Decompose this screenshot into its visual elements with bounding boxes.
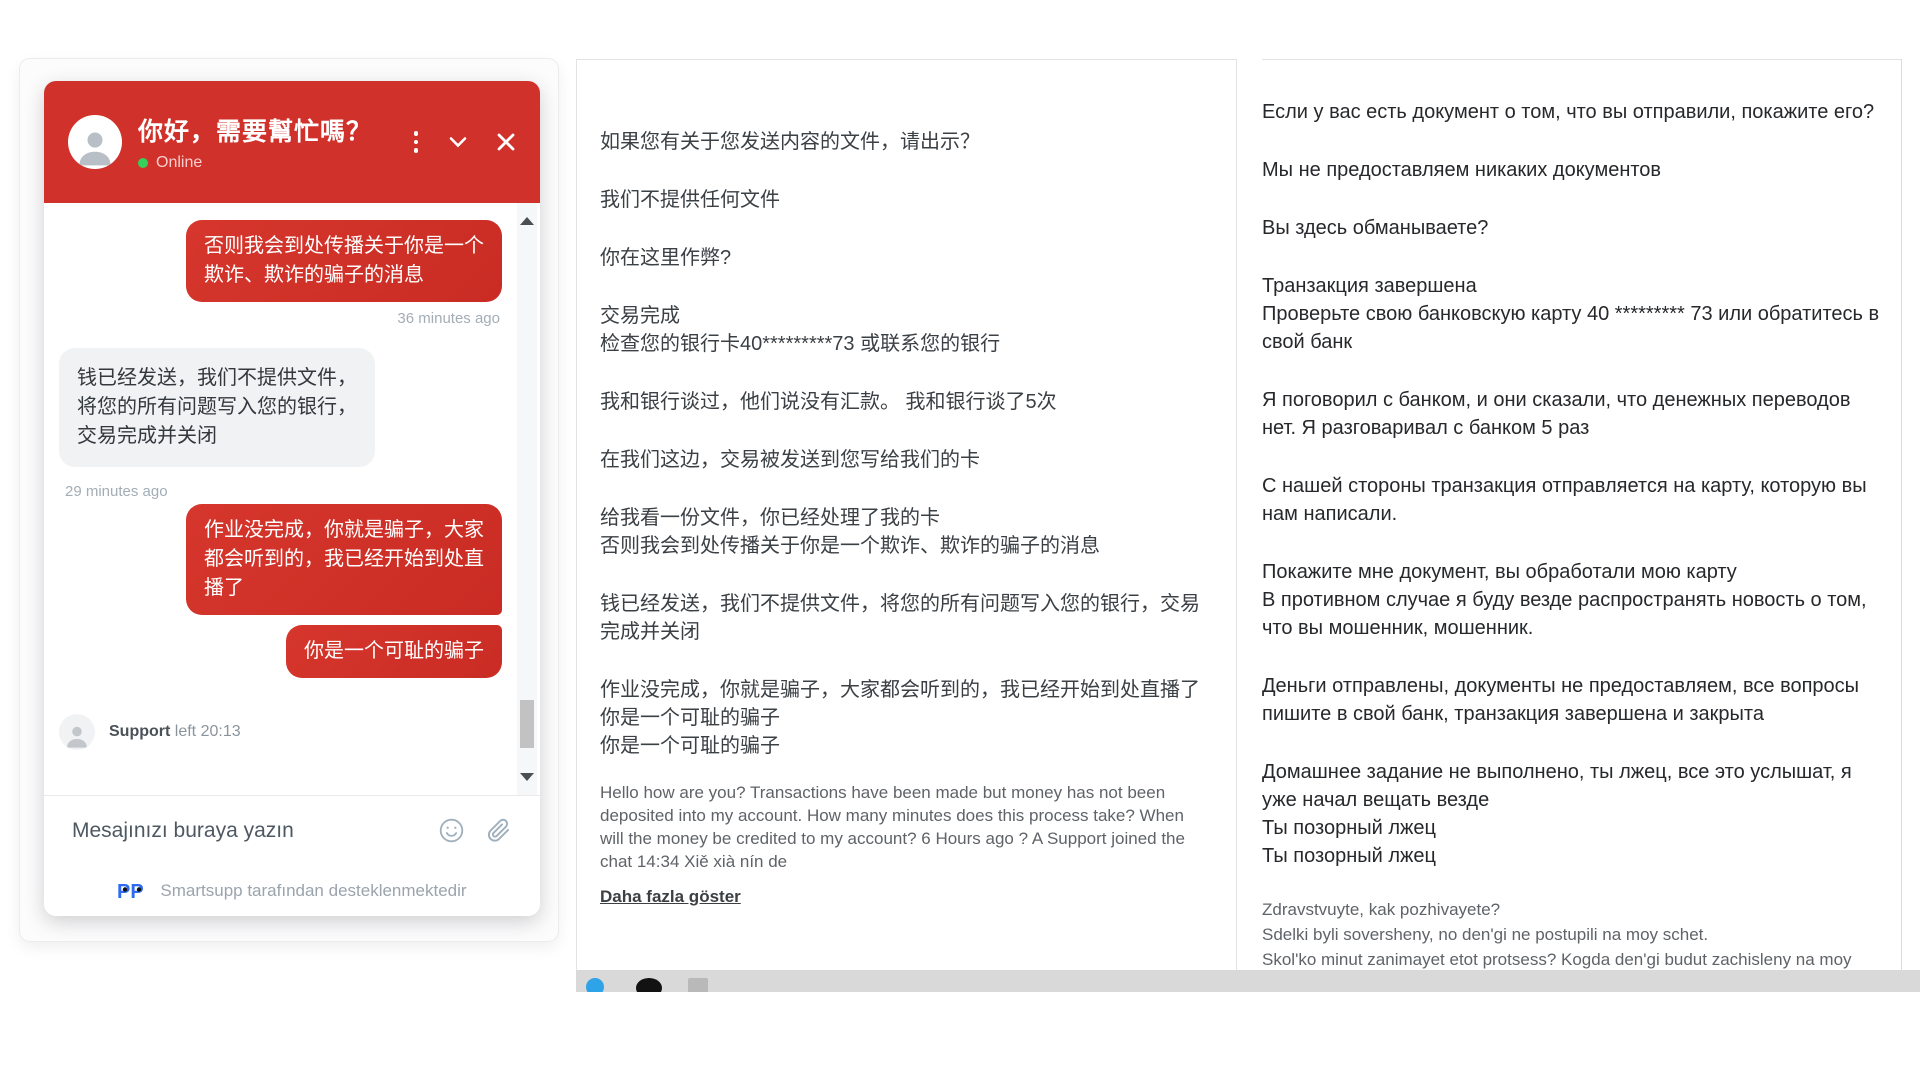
outgoing-message: 否则我会到处传播关于你是一个 欺诈、欺诈的骗子的消息	[186, 220, 502, 302]
show-more-link[interactable]: Daha fazla göster	[600, 887, 741, 907]
scrollbar[interactable]	[517, 203, 537, 795]
person-icon	[73, 125, 117, 169]
support-name: Support	[109, 723, 170, 740]
agent-avatar	[68, 115, 122, 169]
person-icon	[63, 722, 91, 750]
transcript-paragraph: 我们不提供任何文件	[600, 186, 1208, 214]
translation-paragraph: Домашнее задание не выполнено, ты лжец, …	[1262, 758, 1881, 870]
system-event: Support left 20:13	[59, 714, 502, 750]
clipped-gray-icon	[688, 978, 708, 992]
header-actions	[412, 129, 517, 155]
translation-paragraph: Транзакция завершена Проверьте свою банк…	[1262, 272, 1881, 356]
support-detail: left 20:13	[175, 723, 241, 740]
online-status: Online	[138, 154, 372, 172]
translation-paragraph: Я поговорил с банком, и они сказали, что…	[1262, 386, 1881, 442]
translation-paragraph: Вы здесь обманываете?	[1262, 214, 1881, 242]
transcript-paragraph: 钱已经发送，我们不提供文件，将您的所有问题写入您的银行，交易 完成并关闭	[600, 590, 1208, 646]
smartsupp-footer: PP Smartsupp tarafından desteklenmektedi…	[44, 865, 540, 916]
chat-header: 你好，需要幫忙嗎？ Online	[44, 81, 540, 203]
system-event-text: Support left 20:13	[109, 723, 241, 741]
transcript-paragraph: 作业没完成，你就是骗子，大家都会听到的，我已经开始到处直播了 你是一个可耻的骗子…	[600, 676, 1208, 760]
menu-icon[interactable]	[412, 129, 421, 155]
clipped-black-icon	[636, 978, 662, 992]
scrollbar-thumb[interactable]	[520, 700, 534, 748]
scroll-down-arrow-icon[interactable]	[520, 773, 534, 781]
message-input[interactable]: Mesajınızı buraya yazın	[72, 819, 438, 843]
chat-widget-container: 你好，需要幫忙嗎？ Online 否则我会到处传播关于你是一个 欺诈、欺诈的骗子…	[20, 59, 558, 941]
translation-paragraph: Если у вас есть документ о том, что вы о…	[1262, 98, 1881, 126]
input-actions	[438, 817, 512, 844]
online-label: Online	[156, 154, 202, 172]
messages-area: 否则我会到处传播关于你是一个 欺诈、欺诈的骗子的消息 36 minutes ag…	[44, 203, 540, 795]
smartsupp-logo-icon: PP	[117, 880, 151, 902]
incoming-message: 钱已经发送，我们不提供文件， 将您的所有问题写入您的银行， 交易完成并关闭	[59, 348, 375, 467]
clipped-blue-icon	[586, 978, 604, 992]
message-timestamp: 36 minutes ago	[59, 310, 500, 327]
translation-paragraph: Деньги отправлены, документы не предоста…	[1262, 672, 1881, 728]
transcript-paragraph: 你在这里作弊?	[600, 244, 1208, 272]
chat-title: 你好，需要幫忙嗎？	[138, 112, 372, 148]
online-dot-icon	[138, 158, 148, 168]
translation-paragraph: С нашей стороны транзакция отправляется …	[1262, 472, 1881, 528]
transcript-paragraph: 如果您有关于您发送内容的文件，请出示？	[600, 128, 1208, 156]
transcript-panel: 如果您有关于您发送内容的文件，请出示？ 我们不提供任何文件 你在这里作弊? 交易…	[576, 59, 1237, 974]
transliteration-note: Zdravstvuyte, kak pozhivayete? Sdelki by…	[1262, 897, 1881, 972]
attachment-paperclip-icon[interactable]	[485, 817, 512, 844]
close-icon[interactable]	[496, 132, 516, 152]
english-note: Hello how are you? Transactions have bee…	[600, 781, 1208, 873]
transcript-paragraph: 给我看一份文件，你已经处理了我的卡 否则我会到处传播关于你是一个欺诈、欺诈的骗子…	[600, 504, 1208, 560]
outgoing-message: 作业没完成，你就是骗子，大家 都会听到的，我已经开始到处直 播了	[186, 504, 502, 615]
translation-paragraph: Мы не предоставляем никаких документов	[1262, 156, 1881, 184]
translation-panel: Если у вас есть документ о том, что вы о…	[1262, 59, 1902, 972]
support-avatar	[59, 714, 95, 750]
transcript-paragraph: 交易完成 检查您的银行卡40*********73 或联系您的银行	[600, 302, 1208, 358]
translation-paragraph: Покажите мне документ, вы обработали мою…	[1262, 558, 1881, 642]
outgoing-message: 你是一个可耻的骗子	[286, 625, 502, 678]
emoji-icon[interactable]	[438, 817, 465, 844]
transcript-paragraph: 我和银行谈过，他们说没有汇款。 我和银行谈了5次	[600, 388, 1208, 416]
bottom-strip	[576, 970, 1920, 992]
message-timestamp: 29 minutes ago	[65, 483, 502, 500]
scroll-up-arrow-icon[interactable]	[520, 217, 534, 225]
message-input-row: Mesajınızı buraya yazın	[44, 795, 540, 865]
header-text: 你好，需要幫忙嗎？ Online	[138, 112, 372, 172]
minimize-chevron-icon[interactable]	[448, 135, 468, 149]
footer-link[interactable]: Smartsupp tarafından desteklenmektedir	[160, 881, 466, 901]
transcript-paragraph: 在我们这边，交易被发送到您写给我们的卡	[600, 446, 1208, 474]
smartsupp-chat-widget: 你好，需要幫忙嗎？ Online 否则我会到处传播关于你是一个 欺诈、欺诈的骗子…	[44, 81, 540, 916]
